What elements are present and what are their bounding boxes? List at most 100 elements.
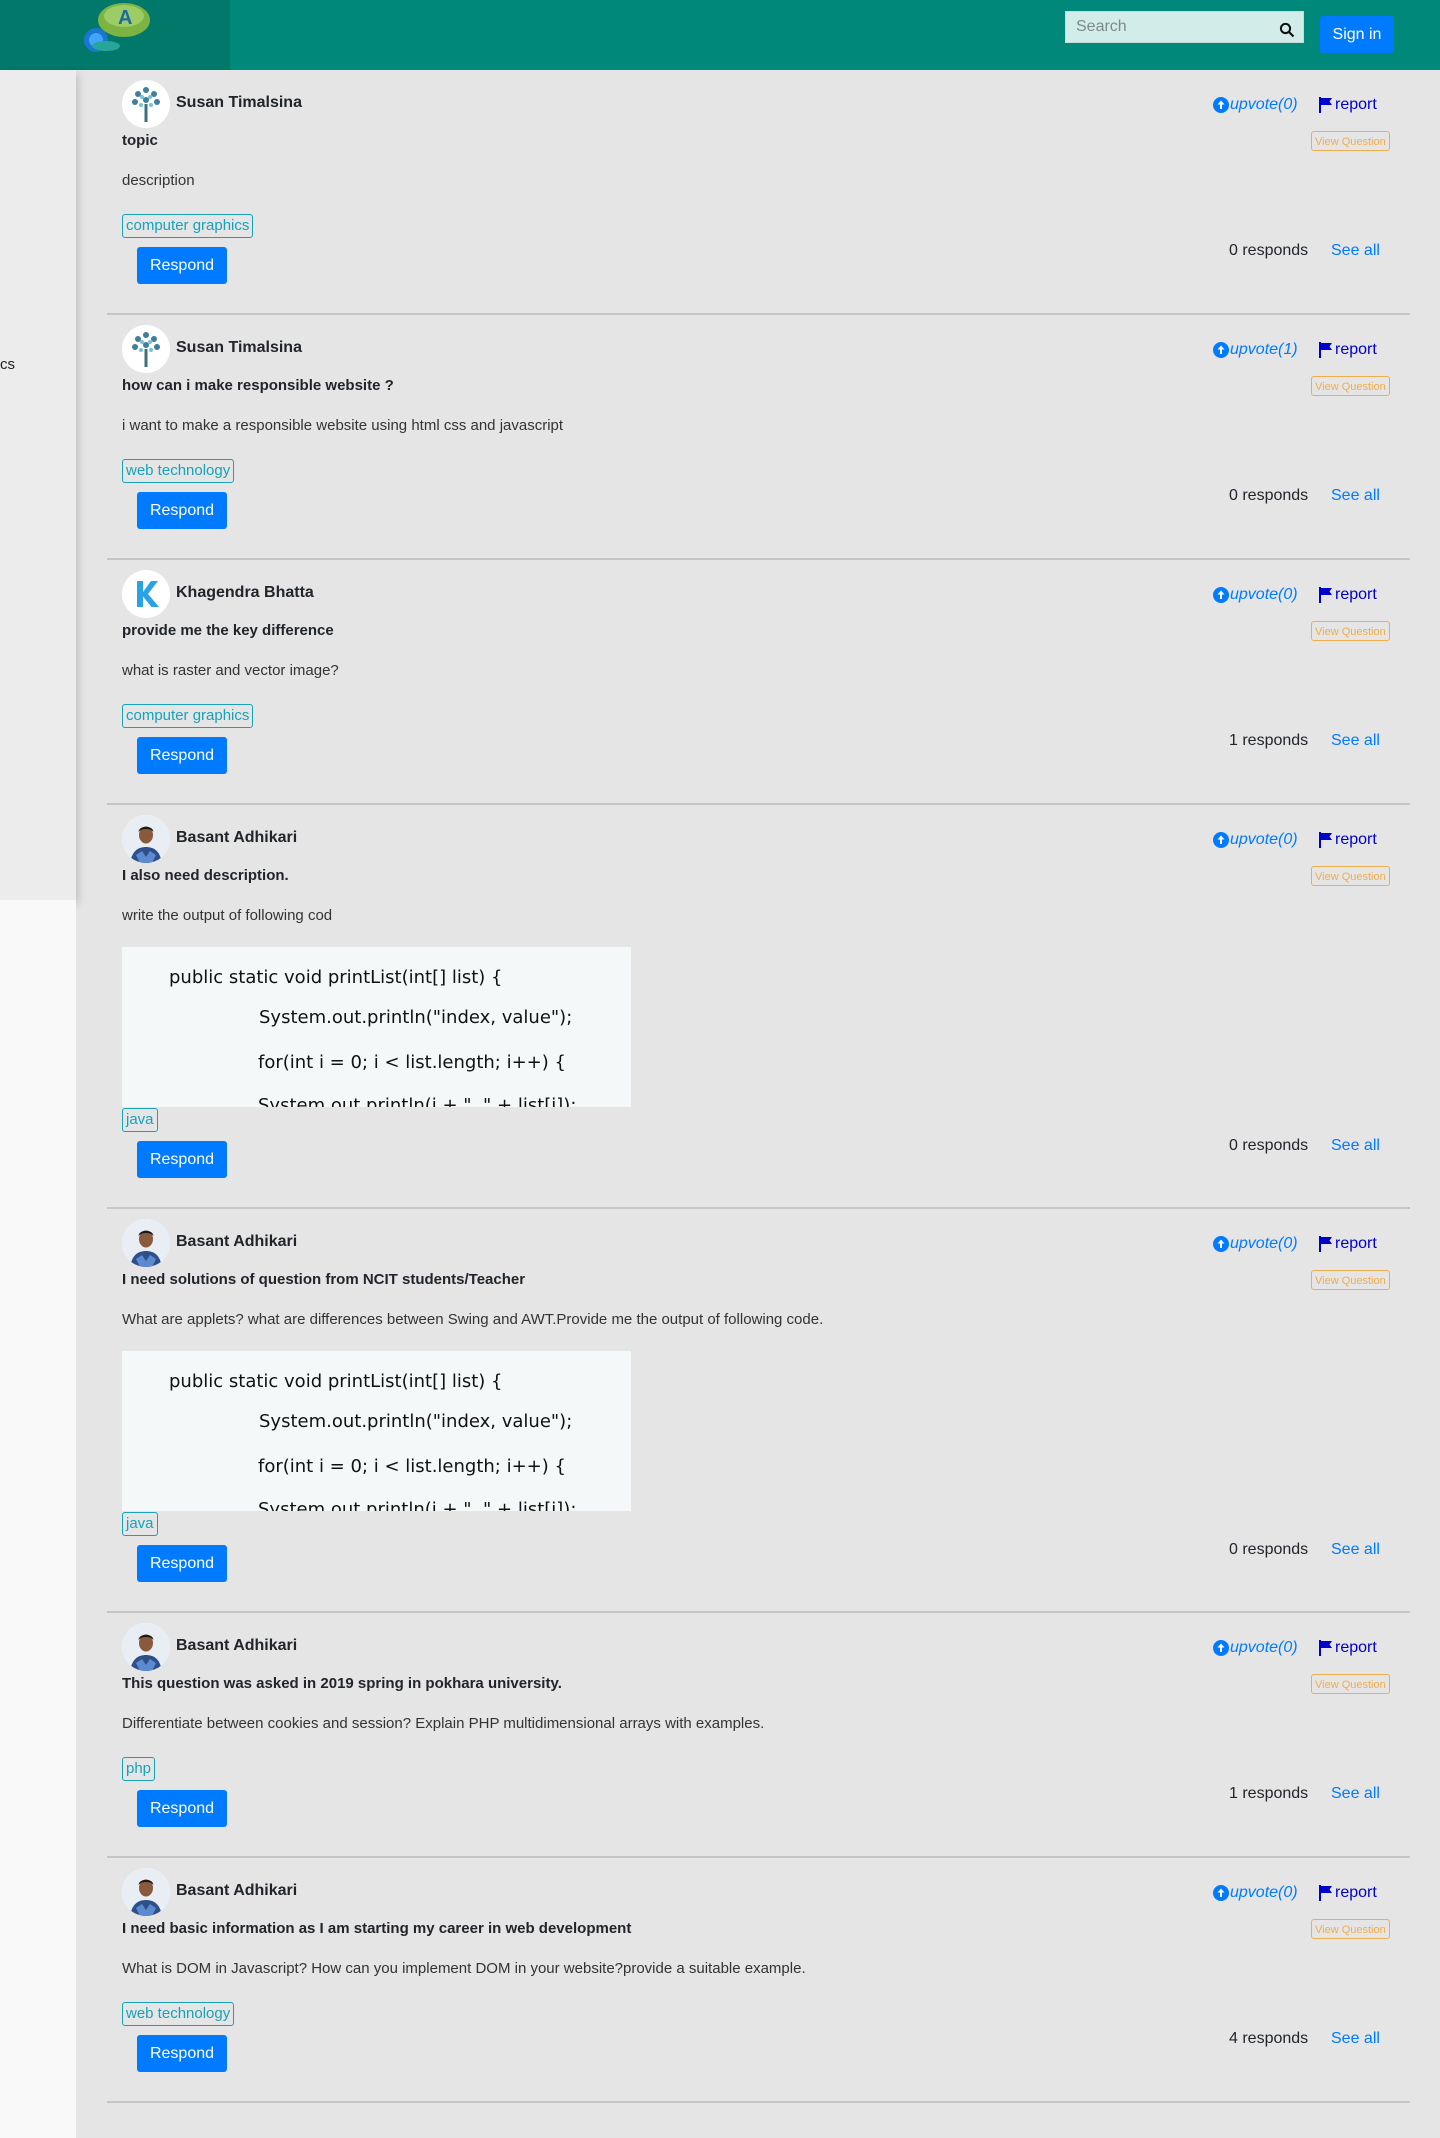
question-title: topic: [122, 132, 158, 149]
question-card: Basant Adhikari upvote(0) report View Qu…: [107, 805, 1410, 1209]
view-question-button[interactable]: View Question: [1311, 1674, 1390, 1694]
question-description: i want to make a responsible website usi…: [122, 417, 564, 434]
see-all-link[interactable]: See all: [1331, 242, 1380, 260]
flag-icon: [1319, 97, 1332, 113]
search-icon[interactable]: [1279, 22, 1295, 38]
response-count: 1 responds: [1229, 732, 1309, 749]
question-description: write the output of following cod: [122, 907, 333, 924]
question-card: Khagendra Bhatta upvote(0) report View Q…: [107, 560, 1410, 805]
report-link[interactable]: report: [1319, 586, 1377, 604]
author-name[interactable]: Basant Adhikari: [176, 1637, 297, 1655]
report-link[interactable]: report: [1319, 831, 1377, 849]
see-all-link[interactable]: See all: [1331, 1785, 1380, 1803]
arrow-up-circle-icon: [1213, 1640, 1229, 1656]
question-title: I need basic information as I am startin…: [122, 1920, 632, 1937]
tag-badge[interactable]: java: [122, 1512, 158, 1536]
respond-button[interactable]: Respond: [137, 247, 227, 284]
see-all-link[interactable]: See all: [1331, 1137, 1380, 1155]
question-card: Susan Timalsina upvote(1) report View Qu…: [107, 315, 1410, 560]
view-question-button[interactable]: View Question: [1311, 621, 1390, 641]
response-count: 0 responds: [1229, 487, 1309, 504]
report-label: report: [1335, 586, 1377, 603]
question-card: Basant Adhikari upvote(0) report View Qu…: [107, 1858, 1410, 2103]
see-all-link[interactable]: See all: [1331, 487, 1380, 505]
tag-badge[interactable]: computer graphics: [122, 214, 254, 238]
upvote-label: upvote(0): [1230, 1884, 1298, 1901]
view-question-button[interactable]: View Question: [1311, 376, 1390, 396]
author-name[interactable]: Basant Adhikari: [176, 1882, 297, 1900]
respond-button[interactable]: Respond: [137, 2035, 227, 2072]
report-link[interactable]: report: [1319, 1235, 1377, 1253]
upvote-link[interactable]: upvote(0): [1213, 1884, 1298, 1902]
report-link[interactable]: report: [1319, 341, 1377, 359]
see-all-link[interactable]: See all: [1331, 2030, 1380, 2048]
flag-icon: [1319, 1885, 1332, 1901]
arrow-up-circle-icon: [1213, 1885, 1229, 1901]
sidebar-item-label[interactable]: cs: [0, 356, 15, 373]
upvote-link[interactable]: upvote(0): [1213, 586, 1298, 604]
see-all-link[interactable]: See all: [1331, 1541, 1380, 1559]
upvote-label: upvote(0): [1230, 831, 1298, 848]
response-count: 0 responds: [1229, 1541, 1309, 1558]
code-line: System.out.println(i + ", " + list[i]);: [258, 1499, 577, 1511]
site-logo-icon[interactable]: A: [76, 2, 156, 54]
view-question-button[interactable]: View Question: [1311, 1919, 1390, 1939]
respond-button[interactable]: Respond: [137, 737, 227, 774]
avatar: [122, 815, 170, 863]
tag-badge[interactable]: php: [122, 1757, 156, 1781]
question-description: What is DOM in Javascript? How can you i…: [122, 1960, 806, 1977]
code-line: System.out.println("index, value");: [259, 1007, 573, 1028]
question-title: how can i make responsible website ?: [122, 377, 394, 394]
upvote-link[interactable]: upvote(0): [1213, 1639, 1298, 1657]
author-name[interactable]: Susan Timalsina: [176, 339, 302, 357]
respond-button[interactable]: Respond: [137, 492, 227, 529]
question-code-image: public static void printList(int[] list)…: [122, 947, 631, 1107]
report-label: report: [1335, 1639, 1377, 1656]
arrow-up-circle-icon: [1213, 97, 1229, 113]
code-line: for(int i = 0; i < list.length; i++) {: [258, 1052, 566, 1073]
author-name[interactable]: Basant Adhikari: [176, 829, 297, 847]
respond-button[interactable]: Respond: [137, 1141, 227, 1178]
upvote-link[interactable]: upvote(0): [1213, 1235, 1298, 1253]
tag-badge[interactable]: web technology: [122, 459, 235, 483]
see-all-link[interactable]: See all: [1331, 732, 1380, 750]
upvote-label: upvote(0): [1230, 586, 1298, 603]
flag-icon: [1319, 1236, 1332, 1252]
arrow-up-circle-icon: [1213, 832, 1229, 848]
tag-badge[interactable]: java: [122, 1108, 158, 1132]
report-link[interactable]: report: [1319, 96, 1377, 114]
upvote-link[interactable]: upvote(0): [1213, 831, 1298, 849]
respond-button[interactable]: Respond: [137, 1790, 227, 1827]
author-name[interactable]: Basant Adhikari: [176, 1233, 297, 1251]
sign-in-button[interactable]: Sign in: [1320, 16, 1394, 53]
author-name[interactable]: Susan Timalsina: [176, 94, 302, 112]
question-title: I also need description.: [122, 867, 289, 884]
code-line: for(int i = 0; i < list.length; i++) {: [258, 1456, 566, 1477]
view-question-button[interactable]: View Question: [1311, 131, 1390, 151]
view-question-button[interactable]: View Question: [1311, 866, 1390, 886]
tag-badge[interactable]: web technology: [122, 2002, 235, 2026]
response-count: 0 responds: [1229, 242, 1309, 259]
upvote-link[interactable]: upvote(1): [1213, 341, 1298, 359]
respond-button[interactable]: Respond: [137, 1545, 227, 1582]
flag-icon: [1319, 1640, 1332, 1656]
report-link[interactable]: report: [1319, 1639, 1377, 1657]
code-line: System.out.println("index, value");: [259, 1411, 573, 1432]
arrow-up-circle-icon: [1213, 342, 1229, 358]
author-name[interactable]: Khagendra Bhatta: [176, 584, 314, 602]
upvote-label: upvote(1): [1230, 341, 1298, 358]
response-count: 1 responds: [1229, 1785, 1309, 1802]
question-card: Susan Timalsina upvote(0) report View Qu…: [107, 70, 1410, 315]
code-line: public static void printList(int[] list)…: [169, 1371, 503, 1392]
response-count: 0 responds: [1229, 1137, 1309, 1154]
avatar: [122, 1623, 170, 1671]
tag-badge[interactable]: computer graphics: [122, 704, 254, 728]
report-link[interactable]: report: [1319, 1884, 1377, 1902]
view-question-button[interactable]: View Question: [1311, 1270, 1390, 1290]
svg-text:A: A: [118, 7, 132, 29]
arrow-up-circle-icon: [1213, 1236, 1229, 1252]
search-input[interactable]: [1066, 12, 1286, 42]
report-label: report: [1335, 96, 1377, 113]
upvote-label: upvote(0): [1230, 1235, 1298, 1252]
upvote-link[interactable]: upvote(0): [1213, 96, 1298, 114]
